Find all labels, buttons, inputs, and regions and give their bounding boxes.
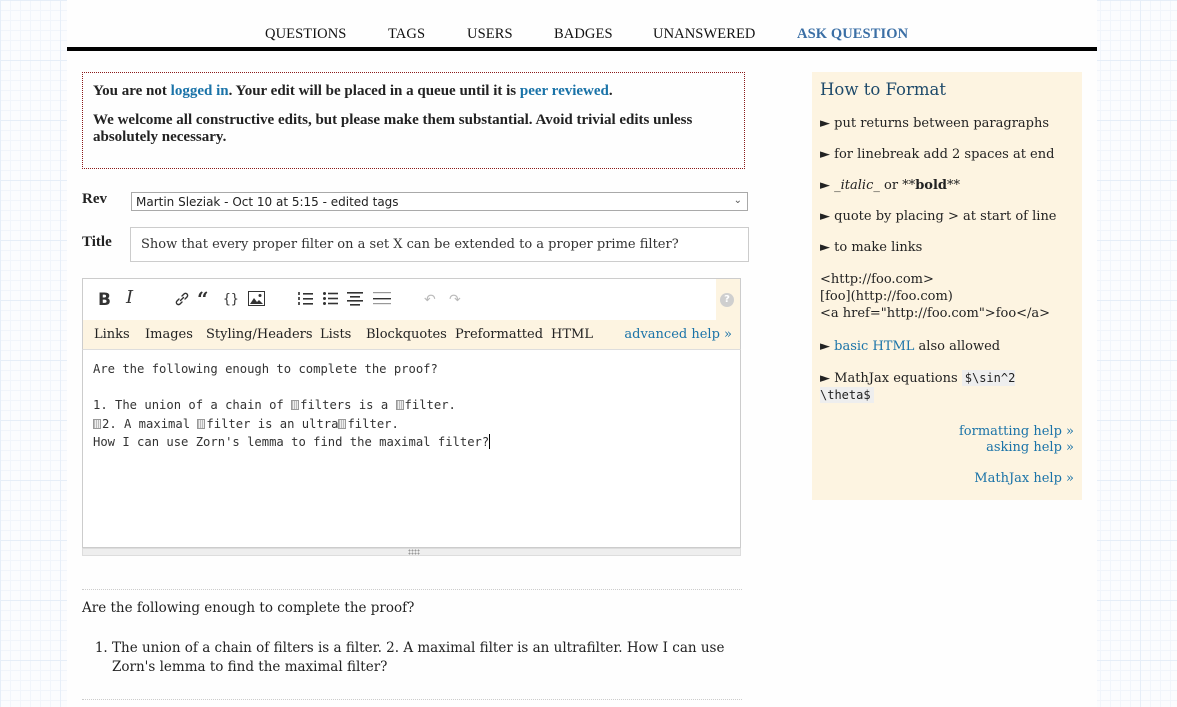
- undo-icon[interactable]: ↶: [424, 291, 436, 309]
- how-to-format-sidebar: How to Format ► put returns between para…: [812, 72, 1082, 500]
- bullet-arrow-icon: ►: [820, 371, 830, 386]
- help-tab-links[interactable]: Links: [94, 327, 130, 342]
- title-label: Title: [82, 234, 112, 250]
- logged-in-link[interactable]: logged in: [171, 83, 229, 99]
- unknown-glyph-icon: [395, 400, 404, 411]
- heading-icon[interactable]: [347, 291, 363, 310]
- bullet-arrow-icon: ►: [820, 240, 830, 255]
- revision-selected-value: Martin Sleziak - Oct 10 at 5:15 - edited…: [136, 195, 399, 209]
- preview-bottom-divider: [82, 699, 742, 700]
- nav-users[interactable]: USERS: [467, 26, 513, 43]
- bullet-arrow-icon: ►: [820, 116, 830, 131]
- editor-help-tabs: Links Images Styling/Headers Lists Block…: [82, 320, 741, 350]
- top-nav: QUESTIONS TAGS USERS BADGES UNANSWERED A…: [67, 24, 1097, 48]
- help-tab-html[interactable]: HTML: [551, 327, 593, 342]
- chevron-down-icon: ⌄: [733, 195, 742, 206]
- peer-reviewed-link[interactable]: peer reviewed: [520, 83, 609, 99]
- italic-button[interactable]: I: [126, 289, 133, 307]
- asking-help-link[interactable]: asking help »: [986, 440, 1074, 455]
- tip-linebreak: ► for linebreak add 2 spaces at end: [820, 147, 1055, 162]
- text-caret: [489, 433, 491, 449]
- bullet-arrow-icon: ►: [820, 178, 830, 193]
- sidebar-title: How to Format: [820, 80, 946, 99]
- help-tab-styling-headers[interactable]: Styling/Headers: [206, 327, 313, 342]
- sidebar-help-links: formatting help » asking help » MathJax …: [820, 424, 1074, 487]
- tip-basic-html: ► basic HTML also allowed: [820, 339, 1001, 354]
- tip-returns: ► put returns between paragraphs: [820, 116, 1050, 131]
- bullet-arrow-icon: ►: [820, 209, 830, 224]
- numbered-list-icon[interactable]: [298, 291, 314, 310]
- tip-mathjax: ► MathJax equations $\sin^2 \theta$: [820, 370, 1016, 403]
- horizontal-rule-icon[interactable]: [373, 291, 391, 310]
- revision-select[interactable]: Martin Sleziak - Oct 10 at 5:15 - edited…: [131, 192, 748, 211]
- nav-tags[interactable]: TAGS: [388, 26, 425, 43]
- login-notice: You are not logged in. Your edit will be…: [93, 83, 613, 99]
- formatting-help-link[interactable]: formatting help »: [959, 424, 1074, 439]
- redo-icon[interactable]: ↷: [449, 291, 461, 309]
- basic-html-link[interactable]: basic HTML: [834, 339, 914, 354]
- help-tab-preformatted[interactable]: Preformatted: [455, 327, 543, 342]
- help-tab-blockquotes[interactable]: Blockquotes: [366, 327, 447, 342]
- preview-list: The union of a chain of filters is a fil…: [82, 639, 742, 677]
- image-icon[interactable]: [248, 291, 265, 310]
- unknown-glyph-icon: [197, 418, 206, 429]
- unknown-glyph-icon: [291, 400, 300, 411]
- link-icon[interactable]: [174, 291, 190, 313]
- link-examples: <http://foo.com> [foo](http://foo.com) <…: [820, 272, 1051, 321]
- grip-dots-icon: [408, 549, 420, 555]
- bulleted-list-icon[interactable]: [323, 291, 339, 310]
- editor-toolbar: B I “ {} ↶ ↷ ?: [82, 278, 741, 321]
- help-tab-images[interactable]: Images: [145, 327, 193, 342]
- markdown-editor: B I “ {} ↶ ↷ ? Links Images Styling/Head…: [82, 278, 742, 556]
- nav-unanswered[interactable]: UNANSWERED: [653, 26, 756, 43]
- bold-button[interactable]: B: [98, 291, 111, 309]
- code-icon[interactable]: {}: [223, 291, 239, 309]
- body-textarea[interactable]: Are the following enough to complete the…: [82, 350, 741, 548]
- unknown-glyph-icon: [338, 418, 347, 429]
- preview-list-item: The union of a chain of filters is a fil…: [112, 639, 742, 677]
- post-preview: Are the following enough to complete the…: [82, 600, 742, 677]
- rev-label: Rev: [82, 191, 107, 207]
- bullet-arrow-icon: ►: [820, 339, 830, 354]
- help-icon[interactable]: ?: [720, 293, 734, 307]
- preview-top-divider: [82, 589, 742, 590]
- preview-paragraph: Are the following enough to complete the…: [82, 600, 415, 616]
- editor-resize-handle[interactable]: [82, 548, 741, 556]
- tip-links: ► to make links: [820, 240, 923, 255]
- blockquote-icon[interactable]: “: [197, 289, 209, 309]
- constructive-edits-notice: We welcome all constructive edits, but p…: [93, 112, 693, 145]
- nav-divider: [67, 47, 1097, 51]
- tip-quote: ► quote by placing > at start of line: [820, 209, 1057, 224]
- advanced-help-link[interactable]: advanced help »: [624, 327, 732, 342]
- nav-ask-question[interactable]: ASK QUESTION: [797, 26, 908, 43]
- tip-italic-bold: ► _italic_ or **bold**: [820, 178, 960, 193]
- title-input[interactable]: Show that every proper filter on a set X…: [130, 227, 749, 262]
- bullet-arrow-icon: ►: [820, 147, 830, 162]
- edit-notice: You are not logged in. Your edit will be…: [82, 72, 745, 169]
- nav-questions[interactable]: QUESTIONS: [265, 26, 346, 43]
- nav-badges[interactable]: BADGES: [554, 26, 613, 43]
- unknown-glyph-icon: [93, 418, 101, 429]
- mathjax-help-link[interactable]: MathJax help »: [974, 471, 1074, 486]
- help-tab-lists[interactable]: Lists: [320, 327, 351, 342]
- main-container: QUESTIONS TAGS USERS BADGES UNANSWERED A…: [67, 0, 1097, 707]
